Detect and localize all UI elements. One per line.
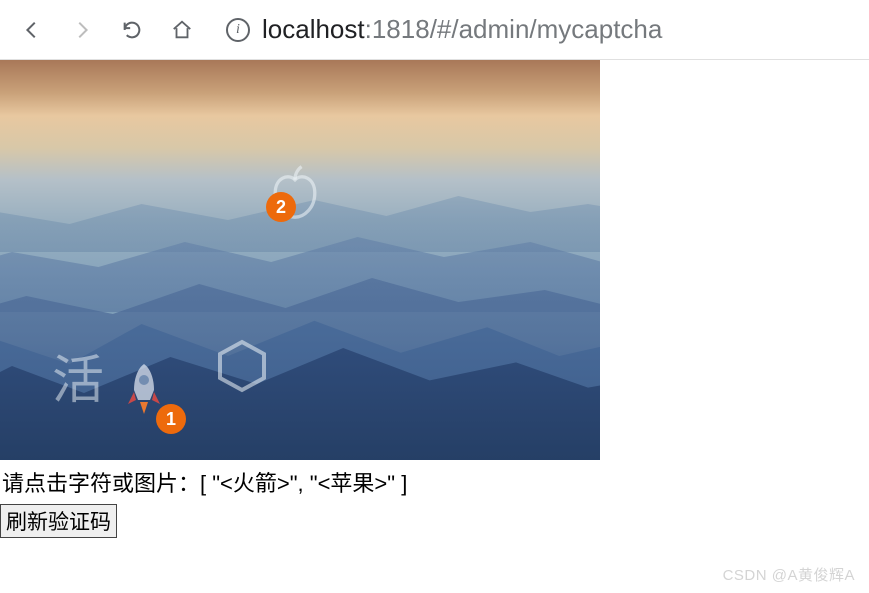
hexagon-icon[interactable] — [212, 336, 272, 396]
click-marker-2[interactable]: 2 — [266, 192, 296, 222]
site-info-icon[interactable]: i — [226, 18, 250, 42]
browser-toolbar: i localhost:1818/#/admin/mycaptcha — [0, 0, 869, 60]
marker-number: 1 — [166, 409, 176, 430]
page-content: 活 1 2 — [0, 60, 869, 538]
captcha-char-huo[interactable]: 活 — [52, 338, 104, 413]
prompt-items: [ "<火箭>", "<苹果>" ] — [200, 471, 407, 496]
refresh-captcha-button[interactable]: 刷新验证码 — [0, 504, 117, 538]
captcha-image[interactable]: 活 1 2 — [0, 60, 600, 460]
watermark: CSDN @A黄俊辉A — [723, 564, 855, 585]
url-path: :1818/#/admin/mycaptcha — [365, 14, 663, 44]
prompt-prefix: 请点击字符或图片： — [2, 471, 200, 496]
click-marker-1[interactable]: 1 — [156, 404, 186, 434]
forward-button[interactable] — [68, 16, 96, 44]
marker-number: 2 — [276, 197, 286, 218]
url-text: localhost:1818/#/admin/mycaptcha — [262, 14, 662, 45]
back-button[interactable] — [18, 16, 46, 44]
captcha-prompt: 请点击字符或图片：[ "<火箭>", "<苹果>" ] — [0, 460, 869, 504]
url-host: localhost — [262, 14, 365, 44]
address-bar[interactable]: i localhost:1818/#/admin/mycaptcha — [218, 14, 851, 45]
home-button[interactable] — [168, 16, 196, 44]
reload-button[interactable] — [118, 16, 146, 44]
